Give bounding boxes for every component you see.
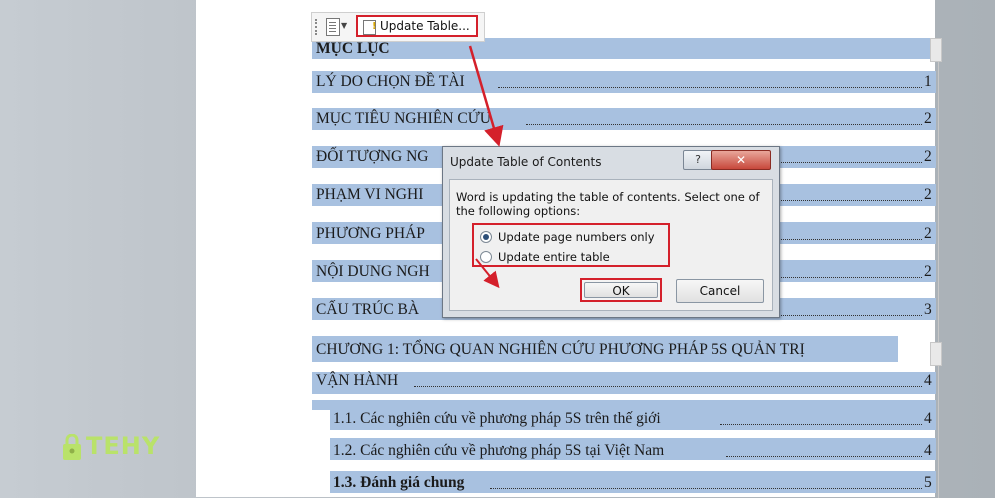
- toc-entry[interactable]: ĐỐI TƯỢNG NG: [316, 148, 428, 166]
- dropdown-arrow-icon[interactable]: ▼: [341, 21, 347, 30]
- toc-page-number: 2: [924, 148, 932, 165]
- dialog-body: Word is updating the table of contents. …: [449, 179, 773, 311]
- close-button[interactable]: ✕: [711, 150, 771, 170]
- dialog-message: Word is updating the table of contents. …: [456, 190, 760, 218]
- toc-entry[interactable]: VẬN HÀNH: [316, 372, 398, 390]
- toc-entry[interactable]: PHƯƠNG PHÁP: [316, 225, 425, 243]
- update-table-icon: [363, 20, 377, 35]
- radio-page-numbers-only[interactable]: [480, 231, 492, 243]
- radio-entire-table[interactable]: [480, 251, 492, 263]
- update-toc-dialog: Update Table of Contents ? ✕ Word is upd…: [442, 146, 780, 318]
- toc-entry[interactable]: 1.1. Các nghiên cứu về phương pháp 5S tr…: [333, 410, 661, 428]
- toc-entry[interactable]: CHƯƠNG 1: TỔNG QUAN NGHIÊN CỨU PHƯƠNG PH…: [316, 341, 805, 359]
- toc-page-number: 1: [924, 73, 932, 90]
- toc-page-number: 4: [924, 410, 932, 427]
- toolbar-grip[interactable]: [315, 19, 319, 35]
- toc-entry[interactable]: 1.2. Các nghiên cứu về phương pháp 5S tạ…: [333, 442, 664, 460]
- help-button[interactable]: ?: [683, 150, 713, 170]
- dialog-title: Update Table of Contents: [450, 155, 602, 169]
- option-label[interactable]: Update page numbers only: [498, 230, 655, 244]
- toc-entry[interactable]: 1.3. Đánh giá chung: [333, 474, 464, 492]
- toc-page-number: 2: [924, 110, 932, 127]
- update-table-label: Update Table...: [380, 19, 470, 33]
- toc-entry[interactable]: PHẠM VI NGHI: [316, 186, 423, 204]
- toc-heading: MỤC LỤC: [316, 40, 390, 57]
- update-table-button[interactable]: Update Table...: [356, 15, 478, 37]
- toc-entry[interactable]: LÝ DO CHỌN ĐỀ TÀI: [316, 73, 465, 91]
- table-of-contents-icon[interactable]: [326, 18, 340, 36]
- toc-page-number: 2: [924, 263, 932, 280]
- toc-page-number: 5: [924, 474, 932, 491]
- lock-logo-icon: [63, 434, 81, 460]
- toc-page-number: 4: [924, 372, 932, 389]
- cancel-button[interactable]: Cancel: [676, 279, 764, 303]
- tehy-logo: TEHY: [58, 428, 168, 468]
- toc-page-number: 2: [924, 225, 932, 242]
- toc-entry[interactable]: MỤC TIÊU NGHIÊN CỨU: [316, 110, 491, 128]
- toc-entry[interactable]: CẤU TRÚC BÀ: [316, 301, 419, 319]
- toc-page-number: 3: [924, 301, 932, 318]
- ok-button[interactable]: OK: [580, 278, 662, 302]
- toc-page-number: 4: [924, 442, 932, 459]
- toc-toolbar: ▼ Update Table...: [311, 12, 485, 42]
- toc-control-tab-mid: [930, 342, 942, 366]
- option-label[interactable]: Update entire table: [498, 250, 610, 264]
- ok-button-label: OK: [584, 282, 658, 298]
- toc-entry[interactable]: NỘI DUNG NGH: [316, 263, 430, 281]
- toc-page-number: 2: [924, 186, 932, 203]
- logo-text: TEHY: [86, 432, 161, 460]
- toc-control-tab-top: [930, 38, 942, 62]
